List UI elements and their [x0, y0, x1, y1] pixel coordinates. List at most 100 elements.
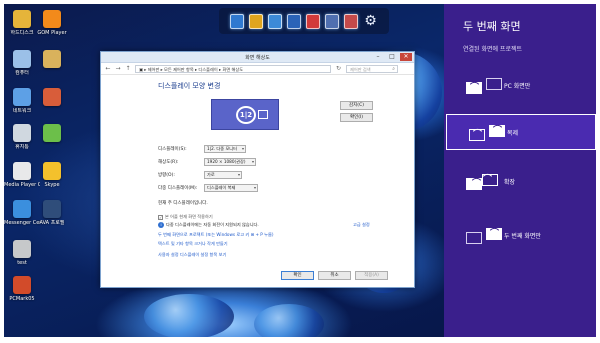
chevron-down-icon: ▾ — [253, 184, 256, 190]
dock-gold-icon[interactable] — [249, 13, 263, 29]
option-label: 확장 — [504, 179, 516, 186]
display-row: 디스플레이(S): 1|2. 다중 모니터 ▾ — [158, 144, 246, 153]
gear-icon[interactable]: ⚙ — [363, 13, 378, 29]
monitor-preview-area: 1|2 — [211, 99, 335, 131]
messenger-icon — [13, 200, 31, 218]
option-extend[interactable]: ⌒ ⌒ 확장 — [444, 164, 596, 200]
multi-display-label: 다중 디스플레이(M): — [158, 185, 198, 191]
desktop-icon[interactable]: AVA 프로필 — [34, 200, 70, 226]
panel-subtitle: 연결된 화면에 프로젝트 — [463, 46, 523, 53]
checkbox-label: 본 어플 현재 화면 적용하기 — [165, 214, 213, 219]
desktop-icon-label: GOM Player — [37, 30, 67, 36]
chevron-down-icon: ▾ — [237, 171, 240, 177]
orientation-label: 방향(O): — [158, 172, 175, 178]
desktop-icon[interactable] — [34, 124, 70, 144]
monitor-preview[interactable]: 1|2 — [211, 99, 279, 130]
identify-button[interactable]: 확인(I) — [340, 113, 373, 122]
address-bar[interactable]: ▣ ▸ 제어판 ▸ 모든 제어판 항목 ▸ 디스플레이 ▸ 화면 해상도 — [135, 64, 331, 73]
desktop-icon[interactable] — [34, 50, 70, 70]
refresh-icon[interactable]: ↻ — [335, 65, 342, 72]
option-second-screen-only[interactable]: ⌒ 두 번째 화면만 — [444, 218, 596, 254]
folder-icon — [43, 50, 61, 68]
project-second-screen-link[interactable]: 두 번째 화면으로 프로젝트 (또는 Windows 로고 키 ⊞ + P 누름… — [158, 232, 274, 238]
resolution-row: 해상도(R): 1920 × 1080(권장) ▾ — [158, 157, 256, 166]
cancel-button[interactable]: 취소 — [318, 271, 351, 280]
monitor-badge: 1|2 — [236, 106, 256, 124]
option-duplicate[interactable]: ⌒ ⌒ 복제 — [446, 114, 596, 150]
skype-icon — [43, 162, 61, 180]
desktop-icon-label: AVA 프로필 — [39, 220, 65, 226]
desktop-icon[interactable]: Skype — [34, 162, 70, 188]
dock-edit-icon[interactable] — [344, 13, 358, 29]
resolution-select[interactable]: 1920 × 1080(권장) ▾ — [204, 157, 256, 166]
desktop-icon-label: Skype — [44, 182, 60, 188]
checkbox[interactable]: ✓ — [158, 214, 163, 220]
desktop-icon-label: 휴지통 — [15, 144, 29, 150]
recycle-bin-icon — [13, 124, 31, 142]
multi-display-select[interactable]: 디스플레이 복제 ▾ — [204, 183, 258, 192]
desktop-icon[interactable]: GOM Player — [34, 10, 70, 36]
dock-globe-icon[interactable] — [268, 13, 282, 29]
desktop-icon[interactable] — [34, 88, 70, 108]
display-value: 1|2. 다중 모니터 — [207, 145, 237, 151]
up-arrow-icon[interactable]: ↑ — [125, 65, 131, 72]
resolution-value: 1920 × 1080(권장) — [207, 158, 246, 164]
screenshot-frame: 하드디스크 GOM Player 컴퓨터 네트워크 휴지통 Media Play… — [0, 0, 600, 343]
info-row: i 다중 디스플레이에는 자동 회전이 지원되지 않습니다. — [158, 222, 259, 228]
display-settings-link[interactable]: 사용자 설정 디스플레이 설정 항목 보기 — [158, 252, 226, 258]
resolution-label: 해상도(R): — [158, 159, 179, 165]
maximize-button[interactable]: □ — [386, 53, 398, 61]
display-label: 디스플레이(S): — [158, 146, 187, 152]
extend-icon: ⌒ ⌒ — [466, 174, 502, 192]
multi-display-value: 디스플레이 복제 — [207, 184, 236, 190]
second-screen-only-icon: ⌒ — [466, 228, 502, 246]
dock-doc-icon[interactable] — [230, 13, 244, 29]
dock-media-icon[interactable] — [287, 13, 301, 29]
desktop-icon-label: PCMark05 — [9, 296, 35, 302]
search-input[interactable]: 제어판 검색 ⌕ — [346, 64, 398, 73]
pcmark-icon — [13, 276, 31, 294]
advanced-settings-link[interactable]: 고급 설정 — [353, 222, 370, 228]
option-label: 복제 — [507, 130, 519, 137]
apply-button[interactable]: 적용(A) — [355, 271, 388, 280]
minimize-button[interactable]: – — [372, 53, 384, 61]
apply-checkbox-row[interactable]: ✓ 본 어플 현재 화면 적용하기 — [158, 214, 213, 220]
pc-screen-only-icon: ⌒ — [466, 78, 502, 96]
dock-red-icon[interactable] — [306, 13, 320, 29]
info-text: 다중 디스플레이에는 자동 회전이 지원되지 않습니다. — [166, 222, 259, 227]
computer-icon — [13, 50, 31, 68]
app-icon — [43, 88, 61, 106]
info-icon: i — [158, 222, 164, 228]
primary-display-text: 현재 주 디스플레이입니다. — [158, 201, 208, 206]
gom-player-icon — [43, 10, 61, 28]
multi-display-row: 다중 디스플레이(M): 디스플레이 복제 ▾ — [158, 183, 258, 192]
desktop-icon-label: 컴퓨터 — [15, 70, 29, 76]
orientation-value: 가로 — [207, 171, 215, 177]
back-arrow-icon[interactable]: ← — [105, 65, 111, 72]
monitor-mini-icon — [258, 110, 268, 119]
detect-button[interactable]: 감지(C) — [340, 101, 373, 110]
dock-tv-icon[interactable] — [325, 13, 339, 29]
search-placeholder: 제어판 검색 — [350, 66, 371, 72]
network-icon — [13, 88, 31, 106]
option-label: PC 화면만 — [504, 83, 531, 90]
ok-button[interactable]: 확인 — [281, 271, 314, 280]
orientation-row: 방향(O): 가로 ▾ — [158, 170, 242, 179]
wallpaper-orb — [144, 294, 234, 337]
desktop-icon[interactable]: PCMark05 — [4, 276, 40, 302]
window-titlebar: 화면 해상도 – □ ✕ — [101, 52, 414, 63]
forward-arrow-icon[interactable]: → — [115, 65, 121, 72]
app-dock: ⚙ — [219, 8, 389, 34]
screen-resolution-window: 화면 해상도 – □ ✕ ← → ↑ ▣ ▸ 제어판 ▸ 모든 제어판 항목 ▸… — [100, 51, 415, 288]
chevron-down-icon: ▾ — [251, 158, 254, 164]
window-content: 디스플레이 모양 변경 1|2 감지(C) 확인(I) 디스플레이(S): 1|… — [101, 75, 414, 287]
close-button[interactable]: ✕ — [400, 53, 412, 61]
desktop-icon[interactable]: test — [4, 240, 40, 266]
second-screen-panel: 두 번째 화면 연결된 화면에 프로젝트 ⌒ PC 화면만 ⌒ ⌒ 복제 ⌒ ⌒… — [444, 4, 596, 337]
display-select[interactable]: 1|2. 다중 모니터 ▾ — [204, 144, 246, 153]
chevron-down-icon: ▾ — [241, 145, 244, 151]
orientation-select[interactable]: 가로 ▾ — [204, 170, 242, 179]
option-pc-screen-only[interactable]: ⌒ PC 화면만 — [444, 68, 596, 104]
text-size-link[interactable]: 텍스트 및 기타 항목 크거나 작게 만들기 — [158, 241, 228, 247]
folder-icon — [13, 10, 31, 28]
